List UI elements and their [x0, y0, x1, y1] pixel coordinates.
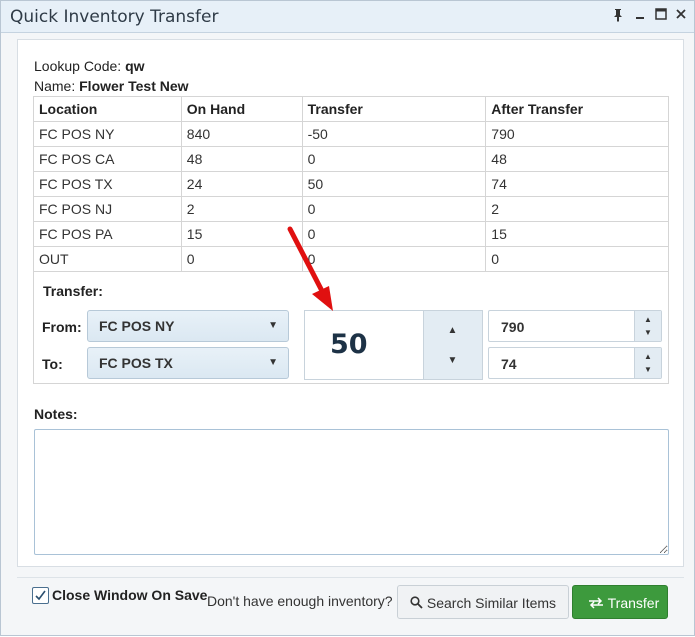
table-header-row: Location On Hand Transfer After Transfer — [33, 96, 669, 122]
checkmark-icon — [35, 590, 46, 601]
swap-arrows-icon — [589, 597, 603, 609]
table-row: FC POS NY 840 -50 790 — [33, 121, 669, 147]
maximize-icon[interactable] — [653, 8, 669, 24]
chevron-down-icon: ▼ — [268, 320, 278, 331]
to-location-select[interactable]: FC POS TX ▼ — [87, 347, 289, 379]
footer-divider — [17, 577, 684, 578]
to-after-value: 74 — [501, 356, 517, 372]
to-after-input[interactable]: 74 ▲ ▼ — [488, 347, 662, 379]
transfer-cell: 0 — [301, 196, 487, 222]
from-after-input[interactable]: 790 ▲ ▼ — [488, 310, 662, 342]
to-location-value: FC POS TX — [99, 355, 173, 371]
from-location-select[interactable]: FC POS NY ▼ — [87, 310, 289, 342]
transfer-button[interactable]: Transfer — [572, 585, 668, 619]
lookup-code-value: qw — [125, 58, 145, 74]
to-label: To: — [42, 356, 63, 372]
transfer-cell: 0 — [301, 221, 487, 247]
from-after-spinner: ▲ ▼ — [634, 311, 661, 341]
transfer-cell: -50 — [301, 121, 487, 147]
table-row: FC POS PA 15 0 15 — [33, 221, 669, 247]
column-header-transfer: Transfer — [301, 96, 487, 122]
transfer-section-label: Transfer: — [43, 283, 103, 299]
transfer-cell: 0 — [301, 146, 487, 172]
increment-icon[interactable]: ▲ — [424, 325, 481, 336]
on-hand-cell: 2 — [180, 196, 303, 222]
location-cell: FC POS TX — [33, 171, 182, 197]
to-after-spinner: ▲ ▼ — [634, 348, 661, 378]
location-cell: FC POS PA — [33, 221, 182, 247]
notes-label: Notes: — [34, 406, 78, 422]
quick-inventory-transfer-window: Quick Inventory Transfer Lookup Code: qw… — [0, 0, 695, 636]
item-name-label: Name: — [34, 78, 76, 94]
transfer-button-label: Transfer — [607, 595, 660, 611]
from-location-value: FC POS NY — [99, 318, 175, 334]
decrement-icon[interactable]: ▼ — [635, 328, 661, 337]
decrement-icon[interactable]: ▼ — [424, 355, 481, 366]
close-icon[interactable] — [673, 8, 689, 24]
transfer-cell: 0 — [301, 246, 487, 272]
after-transfer-cell: 48 — [485, 146, 669, 172]
from-label: From: — [42, 319, 82, 335]
location-cell: OUT — [33, 246, 182, 272]
after-transfer-cell: 0 — [485, 246, 669, 272]
table-row: OUT 0 0 0 — [33, 246, 669, 272]
lookup-code: Lookup Code: qw — [34, 58, 145, 74]
after-transfer-cell: 2 — [485, 196, 669, 222]
column-header-after-transfer: After Transfer — [485, 96, 669, 122]
transfer-quantity-input[interactable]: 50 — [304, 310, 424, 380]
item-name: Name: Flower Test New — [34, 78, 189, 94]
search-similar-items-button[interactable]: Search Similar Items — [397, 585, 569, 619]
on-hand-cell: 840 — [180, 121, 303, 147]
item-name-value: Flower Test New — [79, 78, 189, 94]
transfer-quantity-spinner: ▲ ▼ — [424, 310, 483, 380]
window-title: Quick Inventory Transfer — [10, 7, 219, 27]
close-on-save-label: Close Window On Save — [52, 587, 208, 603]
notes-textarea[interactable] — [34, 429, 669, 555]
on-hand-cell: 48 — [180, 146, 303, 172]
close-on-save-checkbox[interactable] — [32, 587, 49, 604]
chevron-down-icon: ▼ — [268, 357, 278, 368]
location-cell: FC POS NY — [33, 121, 182, 147]
search-similar-items-label: Search Similar Items — [426, 595, 557, 611]
location-cell: FC POS CA — [33, 146, 182, 172]
inventory-hint: Don't have enough inventory? — [207, 593, 393, 609]
table-row: FC POS TX 24 50 74 — [33, 171, 669, 197]
inventory-table: Location On Hand Transfer After Transfer… — [33, 96, 669, 272]
title-bar: Quick Inventory Transfer — [1, 1, 694, 33]
after-transfer-cell: 15 — [485, 221, 669, 247]
decrement-icon[interactable]: ▼ — [635, 365, 661, 374]
column-header-on-hand: On Hand — [180, 96, 303, 122]
after-transfer-cell: 790 — [485, 121, 669, 147]
after-transfer-cell: 74 — [485, 171, 669, 197]
on-hand-cell: 0 — [180, 246, 303, 272]
increment-icon[interactable]: ▲ — [635, 352, 661, 361]
location-cell: FC POS NJ — [33, 196, 182, 222]
transfer-cell: 50 — [301, 171, 487, 197]
increment-icon[interactable]: ▲ — [635, 315, 661, 324]
table-row: FC POS NJ 2 0 2 — [33, 196, 669, 222]
minimize-icon[interactable] — [632, 8, 648, 24]
transfer-panel: Lookup Code: qw Name: Flower Test New Lo… — [17, 39, 684, 567]
pin-icon[interactable] — [610, 8, 626, 24]
from-after-value: 790 — [501, 319, 525, 335]
on-hand-cell: 15 — [180, 221, 303, 247]
search-icon — [410, 596, 423, 609]
lookup-code-label: Lookup Code: — [34, 58, 122, 74]
table-row: FC POS CA 48 0 48 — [33, 146, 669, 172]
column-header-location: Location — [33, 96, 182, 122]
on-hand-cell: 24 — [180, 171, 303, 197]
